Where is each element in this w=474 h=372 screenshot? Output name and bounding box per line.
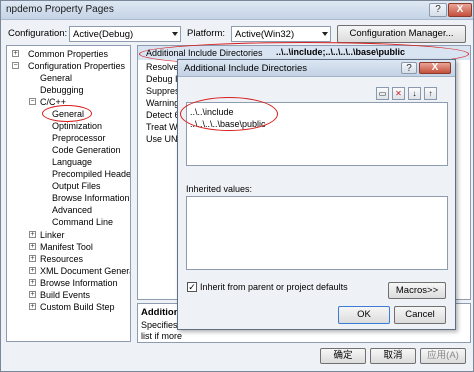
dialog-title-bar: Additional Include Directories ? X — [178, 60, 455, 77]
property-tree[interactable]: + Common Properties − Configuration Prop… — [6, 45, 131, 342]
tree-item-custom-build-step[interactable]: Custom Build Step — [40, 301, 115, 313]
configuration-label: Configuration: — [8, 28, 68, 39]
cancel-button[interactable]: 取消 — [370, 348, 416, 364]
expand-icon[interactable]: + — [29, 231, 36, 238]
dialog-help-button[interactable]: ? — [401, 62, 417, 74]
move-down-icon[interactable]: ↓ — [408, 87, 421, 100]
tree-item-resources[interactable]: Resources — [40, 253, 83, 265]
tree-item-browse-information-2[interactable]: Browse Information — [40, 277, 118, 289]
help-button[interactable]: ? — [429, 3, 447, 17]
window-title: npdemo Property Pages — [6, 4, 114, 15]
annotation-ellipse — [42, 105, 92, 122]
apply-button[interactable]: 应用(A) — [420, 348, 466, 364]
tree-item-manifest-tool[interactable]: Manifest Tool — [40, 241, 93, 253]
title-bar: npdemo Property Pages ? X — [1, 1, 473, 20]
inherited-values-list — [186, 196, 448, 270]
new-line-icon[interactable]: ▭ — [376, 87, 389, 100]
tree-item-language[interactable]: Language — [52, 156, 92, 168]
move-up-icon[interactable]: ↑ — [424, 87, 437, 100]
chevron-down-icon — [172, 32, 178, 36]
expand-icon[interactable]: + — [12, 50, 19, 57]
tree-item-command-line[interactable]: Command Line — [52, 216, 113, 228]
ok-button[interactable]: 确定 — [320, 348, 366, 364]
configuration-dropdown[interactable]: Active(Debug) — [69, 26, 181, 42]
tree-item-build-events[interactable]: Build Events — [40, 289, 90, 301]
configuration-value: Active(Debug) — [73, 29, 134, 40]
chevron-down-icon — [322, 32, 328, 36]
delete-icon[interactable]: ✕ — [392, 87, 405, 100]
expand-icon[interactable]: + — [29, 255, 36, 262]
platform-label: Platform: — [187, 28, 226, 39]
tree-item-output-files[interactable]: Output Files — [52, 180, 101, 192]
tree-item-preprocessor[interactable]: Preprocessor — [52, 132, 106, 144]
dialog-title: Additional Include Directories — [184, 63, 308, 74]
expand-icon[interactable]: + — [29, 303, 36, 310]
expand-icon[interactable]: + — [29, 279, 36, 286]
tree-item-general[interactable]: General — [40, 72, 72, 84]
tree-item-browse-information[interactable]: Browse Information — [52, 192, 130, 204]
include-directories-dialog: Additional Include Directories ? X ▭ ✕ ↓… — [177, 59, 456, 330]
tree-item-precompiled-header[interactable]: Precompiled Header — [52, 168, 130, 180]
tree-item-advanced[interactable]: Advanced — [52, 204, 92, 216]
inherited-values-label: Inherited values: — [186, 184, 253, 194]
platform-value: Active(Win32) — [235, 29, 295, 40]
description-line: list if more — [141, 331, 183, 341]
tree-item-xml-document-generator[interactable]: XML Document Generat — [40, 265, 130, 277]
inherit-checkbox-label: Inherit from parent or project defaults — [200, 282, 348, 292]
dialog-ok-button[interactable]: OK — [338, 306, 390, 324]
tree-item-common-properties[interactable]: Common Properties — [28, 48, 108, 60]
tree-item-optimization[interactable]: Optimization — [52, 120, 102, 132]
macros-button[interactable]: Macros>> — [388, 282, 446, 299]
expand-icon[interactable]: + — [29, 243, 36, 250]
tree-item-code-generation[interactable]: Code Generation — [52, 144, 121, 156]
expand-icon[interactable]: + — [29, 267, 36, 274]
expand-icon[interactable]: + — [29, 291, 36, 298]
configuration-manager-button[interactable]: Configuration Manager... — [337, 25, 466, 43]
inherit-checkbox[interactable]: ✓ — [187, 282, 197, 292]
tree-item-linker[interactable]: Linker — [40, 229, 65, 241]
dialog-close-button[interactable]: X — [419, 62, 451, 74]
dialog-cancel-button[interactable]: Cancel — [394, 306, 446, 324]
collapse-icon[interactable]: − — [12, 62, 19, 69]
collapse-icon[interactable]: − — [29, 98, 36, 105]
tree-item-debugging[interactable]: Debugging — [40, 84, 84, 96]
platform-dropdown[interactable]: Active(Win32) — [231, 26, 331, 42]
tree-item-configuration-properties[interactable]: Configuration Properties — [28, 60, 125, 72]
annotation-ellipse — [180, 97, 278, 131]
close-button[interactable]: X — [448, 3, 472, 17]
